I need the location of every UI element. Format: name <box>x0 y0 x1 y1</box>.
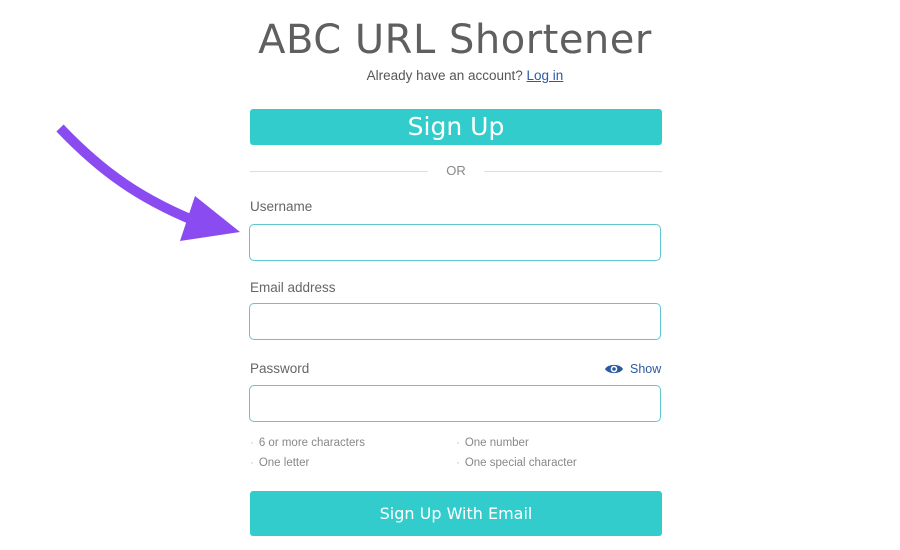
divider-line <box>484 171 662 172</box>
email-label: Email address <box>250 280 336 295</box>
eye-icon <box>605 364 623 374</box>
login-link[interactable]: Log in <box>527 68 564 83</box>
login-prompt: Already have an account? Log in <box>0 68 900 83</box>
password-label: Password <box>250 361 310 376</box>
show-password-toggle[interactable]: Show <box>604 360 661 378</box>
login-prompt-text: Already have an account? <box>366 68 523 83</box>
username-input[interactable] <box>249 224 661 261</box>
password-input[interactable] <box>249 385 661 422</box>
requirement-item: · 6 or more characters <box>250 437 365 449</box>
bullet: · <box>456 457 460 469</box>
bullet: · <box>456 437 460 449</box>
username-label: Username <box>250 199 313 214</box>
bullet: · <box>250 437 254 449</box>
sign-up-button[interactable]: Sign Up <box>250 109 662 145</box>
show-label: Show <box>630 362 662 376</box>
signup-page: ABC URL Shortener Already have an accoun… <box>0 0 900 550</box>
bullet: · <box>250 457 254 469</box>
page-title: ABC URL Shortener <box>258 17 652 63</box>
or-divider: OR <box>250 162 662 180</box>
requirement-item: · One letter <box>250 457 310 469</box>
sign-up-with-email-button[interactable]: Sign Up With Email <box>250 491 662 536</box>
requirement-item: · One number <box>456 437 529 449</box>
email-input[interactable] <box>249 303 661 340</box>
requirement-item: · One special character <box>456 457 577 469</box>
